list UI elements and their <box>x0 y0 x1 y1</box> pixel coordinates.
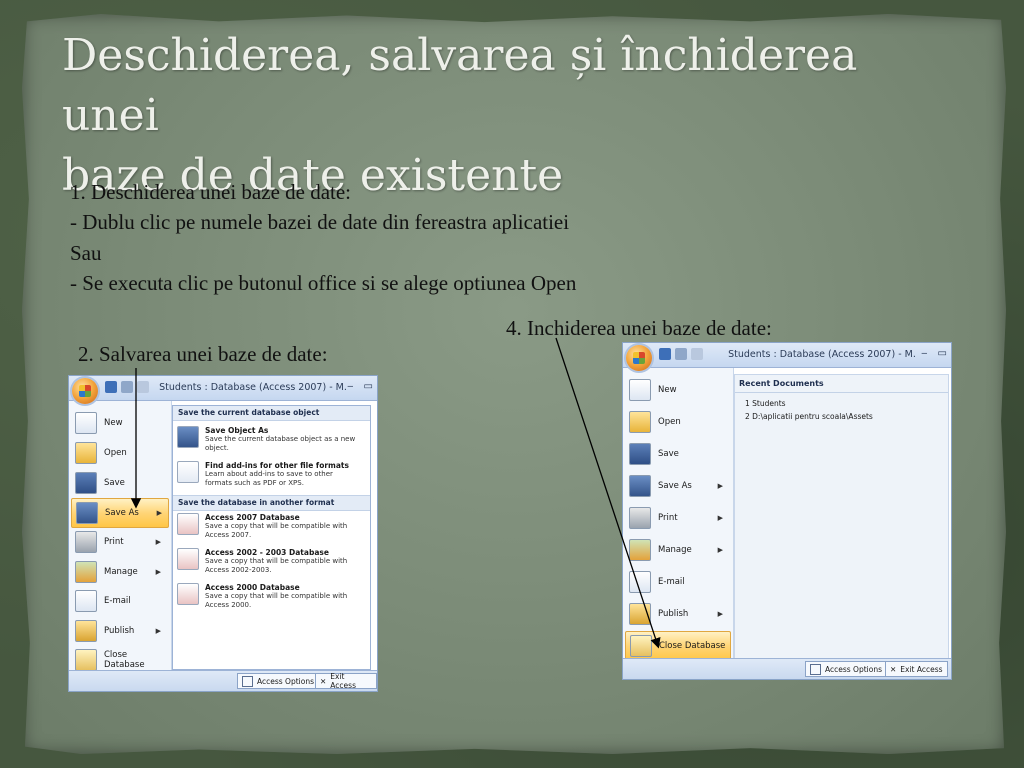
window-footer: Access Options ✕ Exit Access <box>69 670 377 691</box>
menu-item-save-as[interactable]: Save As ▶ <box>71 498 169 528</box>
slide-title-line-1: Deschiderea, salvarea și închiderea unei <box>62 30 858 141</box>
menu-item-open[interactable]: Open <box>625 408 729 436</box>
menu-item-manage[interactable]: Manage ▶ <box>71 558 167 586</box>
submenu-item-access-2000[interactable]: Access 2000 Database Save a copy that wi… <box>177 583 366 610</box>
window-controls: ‒ ▭ <box>921 348 947 359</box>
access-database-icon <box>177 548 199 570</box>
access-database-icon <box>177 583 199 605</box>
submenu-item-access-2007[interactable]: Access 2007 Database Save a copy that wi… <box>177 513 366 540</box>
save-object-icon <box>177 426 199 448</box>
submenu-arrow-icon: ▶ <box>717 610 723 618</box>
menu-item-email[interactable]: E-mail <box>71 587 167 615</box>
submenu-arrow-icon: ▶ <box>717 514 723 522</box>
step-open-heading: 1. Deschiderea unei baze de date: <box>70 180 352 204</box>
recent-documents-panel: Recent Documents 1 Students 2 D:\aplicat… <box>734 374 949 662</box>
manage-icon <box>75 561 97 583</box>
printer-icon <box>75 531 97 553</box>
submenu-header-other-format: Save the database in another format <box>173 495 370 511</box>
save-as-icon <box>76 502 98 524</box>
add-ins-icon <box>177 461 199 483</box>
step-close-heading: 4. Inchiderea unei baze de date: <box>506 316 772 340</box>
menu-item-close-database[interactable]: Close Database <box>625 631 731 661</box>
office-button[interactable] <box>626 345 652 371</box>
access-options-button[interactable]: Access Options <box>237 673 319 689</box>
menu-item-print[interactable]: Print ▶ <box>71 528 167 556</box>
window-titlebar: Students : Database (Access 2007) - M. ‒… <box>69 376 377 401</box>
menu-item-print[interactable]: Print ▶ <box>625 504 729 532</box>
save-as-submenu: Save the current database object Save Ob… <box>172 405 371 670</box>
save-disk-icon <box>75 472 97 494</box>
new-document-icon <box>629 379 651 401</box>
step-open-double-click: - Dublu clic pe numele bazei de date din… <box>70 210 570 234</box>
maximize-icon[interactable]: ▭ <box>938 348 947 359</box>
close-database-icon <box>75 649 97 671</box>
window-footer: Access Options ✕ Exit Access <box>623 658 951 679</box>
menu-item-save[interactable]: Save <box>71 469 167 497</box>
submenu-item-find-add-ins[interactable]: Find add-ins for other file formats Lear… <box>177 461 366 488</box>
publish-icon <box>75 620 97 642</box>
submenu-arrow-icon: ▶ <box>155 538 161 546</box>
email-icon <box>629 571 651 593</box>
publish-icon <box>629 603 651 625</box>
menu-item-open[interactable]: Open <box>71 439 167 467</box>
window-titlebar: Students : Database (Access 2007) - M. ‒… <box>623 343 951 368</box>
save-as-icon <box>629 475 651 497</box>
menu-item-manage[interactable]: Manage ▶ <box>625 536 729 564</box>
options-icon <box>242 675 253 687</box>
open-folder-icon <box>629 411 651 433</box>
close-icon: ✕ <box>890 664 897 674</box>
access-database-icon <box>177 513 199 535</box>
maximize-icon[interactable]: ▭ <box>364 381 373 392</box>
submenu-arrow-icon: ▶ <box>717 482 723 490</box>
menu-item-publish[interactable]: Publish ▶ <box>625 600 729 628</box>
submenu-arrow-icon: ▶ <box>155 568 161 576</box>
save-icon[interactable] <box>659 348 671 360</box>
menu-item-save-as[interactable]: Save As ▶ <box>625 472 729 500</box>
close-icon: ✕ <box>320 676 327 686</box>
office-window-save: Students : Database (Access 2007) - M. ‒… <box>68 375 378 692</box>
open-folder-icon <box>75 442 97 464</box>
window-title: Students : Database (Access 2007) - M. <box>728 349 916 360</box>
menu-item-email[interactable]: E-mail <box>625 568 729 596</box>
menu-item-publish[interactable]: Publish ▶ <box>71 617 167 645</box>
email-icon <box>75 590 97 612</box>
submenu-arrow-icon: ▶ <box>156 509 162 517</box>
save-disk-icon <box>629 443 651 465</box>
save-icon[interactable] <box>105 381 117 393</box>
menu-item-save[interactable]: Save <box>625 440 729 468</box>
submenu-arrow-icon: ▶ <box>155 627 161 635</box>
submenu-header-current: Save the current database object <box>173 406 370 421</box>
submenu-item-access-2002-2003[interactable]: Access 2002 - 2003 Database Save a copy … <box>177 548 366 575</box>
slide-title: Deschiderea, salvarea și închiderea unei… <box>62 26 962 206</box>
step-open-office-button: - Se executa clic pe butonul office si s… <box>70 271 577 295</box>
window-title: Students : Database (Access 2007) - M. <box>159 382 347 393</box>
minimize-icon[interactable]: ‒ <box>921 348 927 359</box>
printer-icon <box>629 507 651 529</box>
undo-icon[interactable] <box>675 348 687 360</box>
menu-item-new[interactable]: New <box>625 376 729 404</box>
exit-access-button[interactable]: ✕ Exit Access <box>885 661 948 677</box>
submenu-arrow-icon: ▶ <box>717 546 723 554</box>
step-save-heading: 2. Salvarea unei baze de date: <box>78 342 328 366</box>
menu-item-new[interactable]: New <box>71 409 167 437</box>
office-button[interactable] <box>72 378 98 404</box>
office-menu-left: New Open Save Save As ▶ Print ▶ Manage ▶… <box>623 368 734 661</box>
recent-document-item[interactable]: 2 D:\aplicatii pentru scoala\Assets <box>735 410 948 423</box>
close-database-icon <box>630 635 652 657</box>
step-open-or: Sau <box>70 241 102 265</box>
office-menu-left: New Open Save Save As ▶ Print ▶ Manage ▶… <box>69 401 172 671</box>
access-options-button[interactable]: Access Options <box>805 661 887 677</box>
window-controls: ‒ ▭ <box>347 381 373 392</box>
office-window-close: Students : Database (Access 2007) - M. ‒… <box>622 342 952 680</box>
exit-access-button[interactable]: ✕ Exit Access <box>315 672 377 690</box>
minimize-icon[interactable]: ‒ <box>347 381 353 392</box>
recent-document-item[interactable]: 1 Students <box>735 393 948 410</box>
options-icon <box>810 663 821 675</box>
submenu-item-save-object-as[interactable]: Save Object As Save the current database… <box>177 426 366 453</box>
new-document-icon <box>75 412 97 434</box>
recent-documents-header: Recent Documents <box>735 375 948 393</box>
manage-icon <box>629 539 651 561</box>
